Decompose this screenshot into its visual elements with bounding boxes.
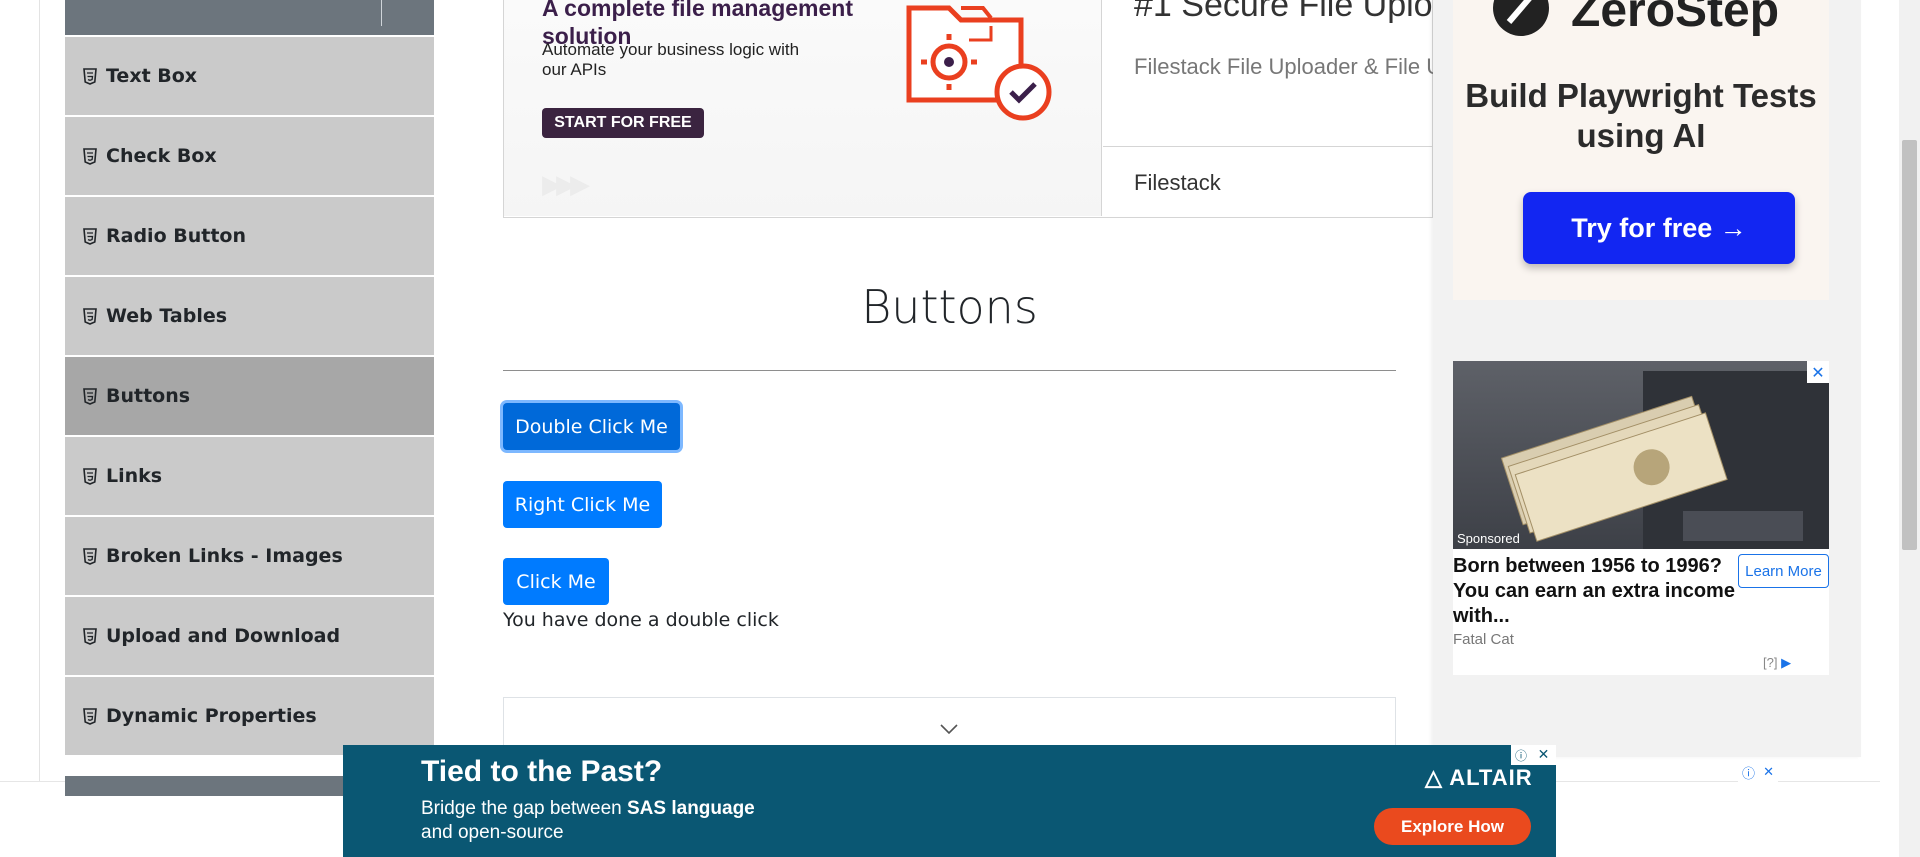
ad-subtext: Automate your business logic with our AP… (542, 40, 800, 79)
ad-info-label: [?] (1763, 655, 1778, 670)
html5-icon (83, 67, 97, 85)
sidebar-item-check-box[interactable]: Check Box (65, 117, 434, 195)
try-for-free-button[interactable]: Try for free → (1523, 192, 1795, 264)
close-icon[interactable]: ✕ (1807, 361, 1829, 383)
ad-right-subtitle: Filestack File Uploader & File U (1134, 54, 1443, 79)
ad-right-title: #1 Secure File Uplo (1134, 0, 1433, 24)
sidebar-item-upload-download[interactable]: Upload and Download (65, 597, 434, 675)
html5-icon (83, 307, 97, 325)
folder-gear-icon (906, 5, 1052, 121)
sidebar-item-links[interactable]: Links (65, 437, 434, 515)
sidebar-item-web-tables[interactable]: Web Tables (65, 277, 434, 355)
sidebar-group-header[interactable] (65, 0, 434, 35)
right-click-button[interactable]: Right Click Me (503, 481, 662, 528)
sidebar-item-label: Web Tables (106, 305, 228, 327)
explore-how-button[interactable]: Explore How (1374, 808, 1531, 845)
altair-logo: △ ALTAIR (1425, 765, 1533, 791)
scrollbar-thumb[interactable] (1902, 140, 1917, 550)
sidebar-item-label: Upload and Download (106, 625, 341, 647)
html5-icon (83, 387, 97, 405)
sidebar-item-label: Buttons (106, 385, 191, 407)
sidebar-item-label: Links (106, 465, 163, 487)
info-icon[interactable]: ⓘ (1742, 763, 1755, 782)
sidebar-item-label: Dynamic Properties (106, 705, 317, 727)
banner-sub-suffix: and open-source (421, 822, 564, 843)
sidebar-item-buttons[interactable]: Buttons (65, 357, 434, 435)
filestack-ad-visual: A complete file management solution Auto… (504, 0, 1102, 216)
html5-icon (83, 547, 97, 565)
sponsored-tag: Sponsored (1457, 531, 1520, 546)
html5-icon (83, 467, 97, 485)
html5-icon (83, 707, 97, 725)
sidebar-divider (39, 0, 40, 782)
sidebar-menu: Text Box Check Box Radio Button Web Tabl… (65, 37, 434, 757)
altair-banner-ad[interactable]: Tied to the Past? Bridge the gap between… (343, 745, 1556, 857)
html5-icon (83, 147, 97, 165)
close-icon[interactable]: ✕ (1763, 765, 1774, 780)
sponsored-ad-image: Sponsored ✕ (1453, 361, 1829, 549)
ad-brand: Filestack (1134, 170, 1221, 195)
chevron-down-icon[interactable] (939, 718, 959, 738)
info-icon[interactable]: ⓘ (1511, 745, 1531, 765)
start-for-free-button[interactable]: START FOR FREE (542, 108, 704, 138)
sponsored-source: Fatal Cat (1453, 631, 1514, 648)
banner-subtext: Bridge the gap between SAS language and … (421, 797, 941, 845)
sidebar-header-divider (381, 0, 382, 26)
sidebar-item-label: Text Box (106, 65, 198, 87)
sponsored-headline[interactable]: Born between 1956 to 1996? You can earn … (1453, 554, 1743, 629)
close-icon[interactable]: ✕ (1531, 745, 1556, 765)
zerostep-logo: ZeroStep (1493, 0, 1779, 37)
money-atm-image (1500, 371, 1829, 549)
adchoices-icon: ▶ (1781, 655, 1792, 670)
chevrons-decoration-icon: ▶▶▶ (542, 170, 590, 200)
title-divider (503, 370, 1396, 371)
sponsored-ad[interactable]: Sponsored ✕ Born between 1956 to 1996? Y… (1453, 361, 1829, 675)
click-button[interactable]: Click Me (503, 558, 609, 605)
zerostep-ad[interactable]: ZeroStep Build Playwright Tests using AI… (1453, 0, 1829, 300)
sidebar-item-label: Check Box (106, 145, 217, 167)
double-click-button[interactable]: Double Click Me (503, 403, 680, 450)
sidebar-item-dynamic-properties[interactable]: Dynamic Properties (65, 677, 434, 755)
html5-icon (83, 227, 97, 245)
ad-divider (1103, 146, 1433, 147)
banner-sub-bold: SAS language (627, 798, 755, 819)
altair-brand-text: ALTAIR (1449, 765, 1533, 790)
zerostep-brand-text: ZeroStep (1571, 0, 1779, 37)
zerostep-title: Build Playwright Tests using AI (1465, 77, 1817, 154)
right-ad-panel: ZeroStep Build Playwright Tests using AI… (1433, 0, 1861, 757)
ad-info[interactable]: [?] ▶ (1763, 655, 1791, 671)
sidebar-item-radio-button[interactable]: Radio Button (65, 197, 434, 275)
page-title: Buttons (861, 280, 1038, 334)
sidebar-item-text-box[interactable]: Text Box (65, 37, 434, 115)
sidebar-item-label: Radio Button (106, 225, 246, 247)
sidebar-item-label: Broken Links - Images (106, 545, 343, 567)
html5-icon (83, 627, 97, 645)
learn-more-button[interactable]: Learn More (1738, 554, 1829, 588)
adchoices-controls[interactable]: ⓘ ✕ (1738, 762, 1778, 782)
double-click-message: You have done a double click (503, 609, 779, 631)
altair-triangle-icon: △ (1425, 765, 1443, 790)
banner-title: Tied to the Past? (421, 755, 663, 788)
sidebar-item-broken-links[interactable]: Broken Links - Images (65, 517, 434, 595)
filestack-ad[interactable]: A complete file management solution Auto… (503, 0, 1442, 218)
banner-sub-prefix: Bridge the gap between (421, 798, 627, 819)
